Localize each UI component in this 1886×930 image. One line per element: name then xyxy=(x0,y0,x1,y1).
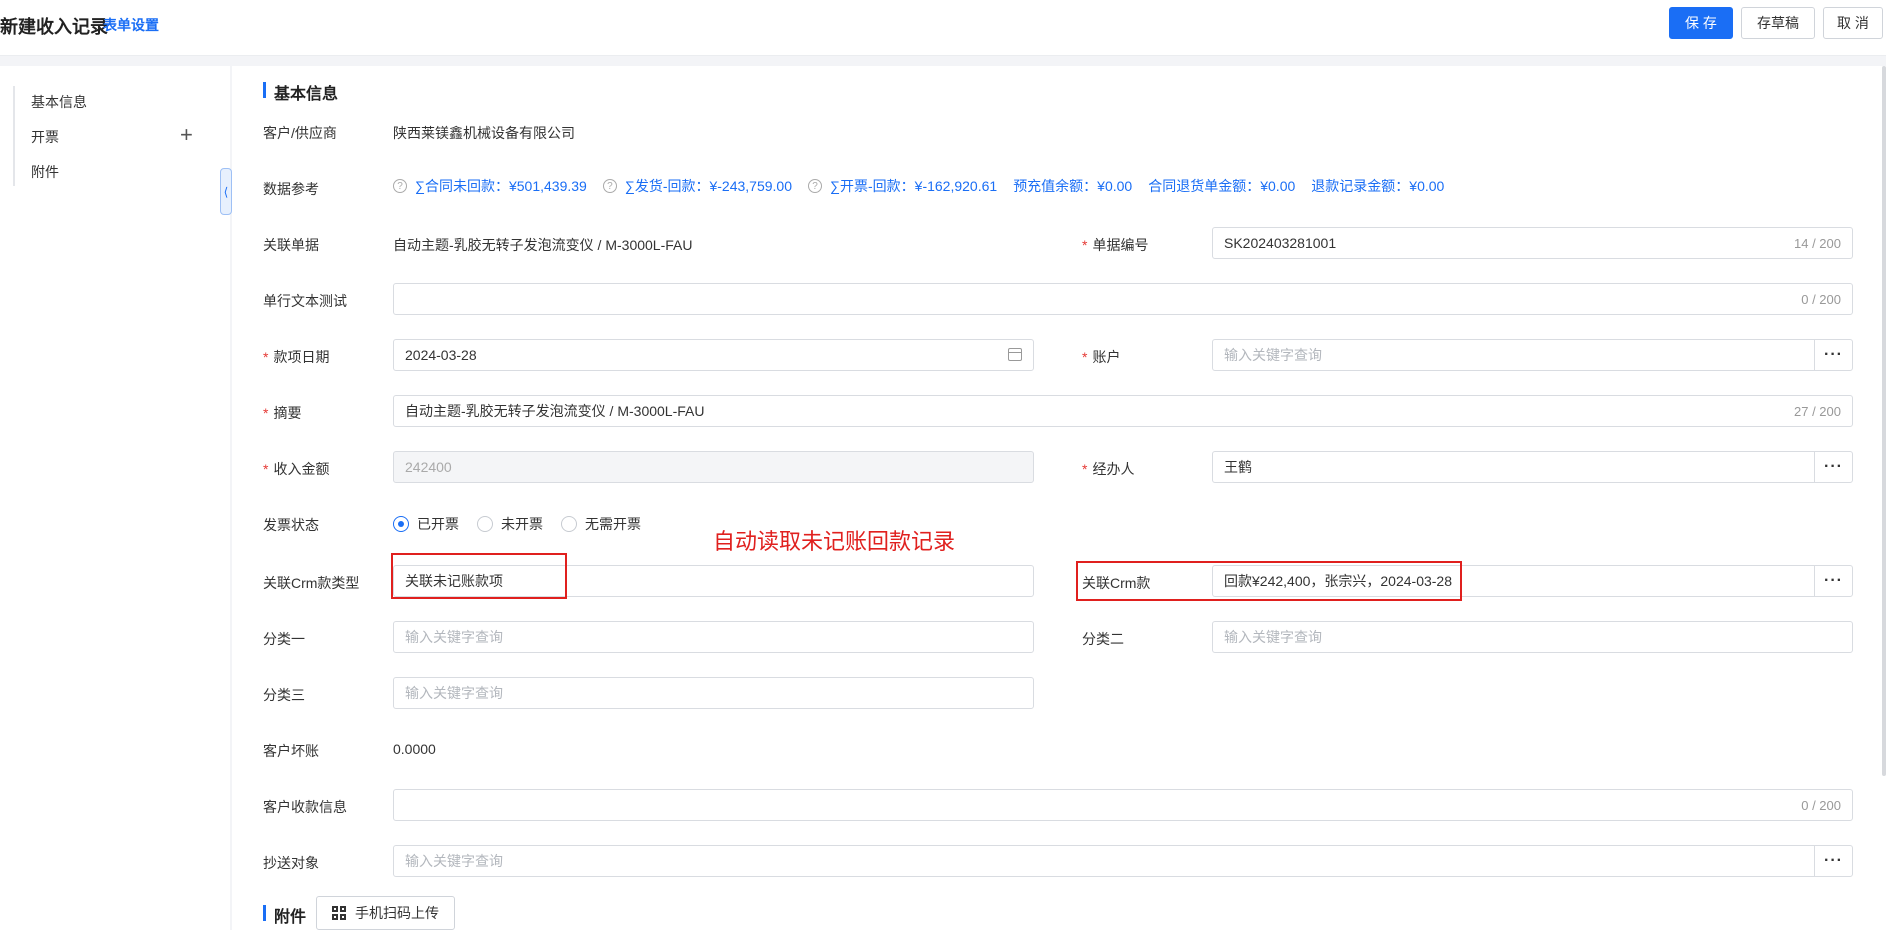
nav-item-invoice[interactable]: 开票 xyxy=(31,127,59,147)
data-ref-prepaid-balance: 预充值余额：¥0.00 xyxy=(1013,178,1133,194)
category-1-input[interactable]: 输入关键字查询 xyxy=(393,621,1034,653)
scrollbar[interactable] xyxy=(1882,66,1886,776)
calendar-icon[interactable] xyxy=(1008,348,1022,361)
help-icon[interactable]: ? xyxy=(393,179,407,193)
save-button[interactable]: 保 存 xyxy=(1669,7,1733,39)
doc-no-label: * 单据编号 xyxy=(1082,237,1149,253)
data-ref-contract-unpaid: ∑合同未回款：¥501,439.39 xyxy=(415,178,587,194)
annotation-text: 自动读取未记账回款记录 xyxy=(713,530,956,555)
form-settings-link[interactable]: 表单设置 xyxy=(103,15,159,35)
page-title: 新建收入记录 xyxy=(0,17,108,37)
category-3-input[interactable]: 输入关键字查询 xyxy=(393,677,1034,709)
summary-input[interactable]: 自动主题-乳胶无转子发泡流变仪 / M-3000L-FAU 27 / 200 xyxy=(393,395,1853,427)
summary-counter: 27 / 200 xyxy=(1794,404,1841,419)
category-2-input[interactable]: 输入关键字查询 xyxy=(1212,621,1853,653)
annotation-box-crm-type xyxy=(391,553,567,599)
section-attachment-title: 附件 xyxy=(263,903,306,927)
data-ref-invoiced-minus-paid: ∑开票-回款：¥-162,920.61 xyxy=(830,178,998,194)
nav-rail xyxy=(13,86,15,186)
single-text-input[interactable]: 0 / 200 xyxy=(393,283,1853,315)
category-3-label: 分类三 xyxy=(263,687,305,703)
data-ref-label: 数据参考 xyxy=(263,181,319,197)
related-doc-label: 关联单据 xyxy=(263,237,319,253)
radio-no-invoice-needed[interactable]: 无需开票 xyxy=(561,514,641,534)
doc-no-input[interactable]: SK202403281001 14 / 200 xyxy=(1212,227,1853,259)
account-label: * 账户 xyxy=(1082,349,1121,365)
data-ref-shipped-minus-paid: ∑发货-回款：¥-243,759.00 xyxy=(624,178,793,194)
bad-debt-value: 0.0000 xyxy=(393,741,436,757)
cancel-button[interactable]: 取 消 xyxy=(1823,7,1883,39)
more-icon[interactable]: ··· xyxy=(1814,566,1852,596)
data-ref-values: ? ∑合同未回款：¥501,439.39 ? ∑发货-回款：¥-243,759.00… xyxy=(393,176,1460,196)
customer-label: 客户/供应商 xyxy=(263,125,337,141)
more-icon[interactable]: ··· xyxy=(1814,452,1852,482)
date-picker[interactable]: 2024-03-28 xyxy=(393,339,1034,371)
radio-invoiced[interactable]: 已开票 xyxy=(393,514,459,534)
help-icon[interactable]: ? xyxy=(808,179,823,193)
handler-input[interactable]: 王鹤 ··· xyxy=(1212,451,1853,483)
customer-value: 陕西莱镁鑫机械设备有限公司 xyxy=(393,125,575,141)
receipt-info-label: 客户收款信息 xyxy=(263,799,347,815)
amount-label: * 收入金额 xyxy=(263,461,330,477)
crm-type-label: 关联Crm款类型 xyxy=(263,575,360,591)
nav-item-basic-info[interactable]: 基本信息 xyxy=(31,92,87,112)
plus-icon[interactable]: + xyxy=(180,124,193,146)
doc-no-counter: 14 / 200 xyxy=(1794,236,1841,251)
collapse-sidebar-handle[interactable]: ⟨ xyxy=(220,168,232,215)
section-nav: 基本信息 开票 + 附件 xyxy=(0,66,230,930)
more-icon[interactable]: ··· xyxy=(1814,846,1852,876)
mobile-scan-upload-button[interactable]: 手机扫码上传 xyxy=(316,896,455,930)
invoice-status-radio-group: 已开票 未开票 无需开票 xyxy=(393,514,659,534)
qr-code-icon xyxy=(332,906,346,920)
single-text-label: 单行文本测试 xyxy=(263,293,347,309)
category-2-label: 分类二 xyxy=(1082,631,1124,647)
single-text-counter: 0 / 200 xyxy=(1801,292,1841,307)
radio-not-invoiced[interactable]: 未开票 xyxy=(477,514,543,534)
amount-input: 242400 xyxy=(393,451,1034,483)
data-ref-refund-amount: 退款记录金额：¥0.00 xyxy=(1311,178,1445,194)
account-input[interactable]: 输入关键字查询 ··· xyxy=(1212,339,1853,371)
annotation-box-crm-payment xyxy=(1076,561,1462,601)
help-icon[interactable]: ? xyxy=(602,179,617,193)
page-header: 新建收入记录 表单设置 保 存 存草稿 取 消 xyxy=(0,0,1886,56)
data-ref-return-amount: 合同退货单金额：¥0.00 xyxy=(1148,178,1296,194)
bad-debt-label: 客户坏账 xyxy=(263,743,319,759)
nav-item-attachment[interactable]: 附件 xyxy=(31,162,59,182)
more-icon[interactable]: ··· xyxy=(1814,340,1852,370)
date-label: * 款项日期 xyxy=(263,349,330,365)
section-basic-info-title: 基本信息 xyxy=(263,80,338,104)
summary-label: * 摘要 xyxy=(263,405,302,421)
chevron-left-icon: ⟨ xyxy=(223,184,229,199)
cc-input[interactable]: 输入关键字查询 ··· xyxy=(393,845,1853,877)
related-doc-value: 自动主题-乳胶无转子发泡流变仪 / M-3000L-FAU xyxy=(393,237,693,253)
cc-label: 抄送对象 xyxy=(263,855,319,871)
invoice-status-label: 发票状态 xyxy=(263,517,319,533)
receipt-info-counter: 0 / 200 xyxy=(1801,798,1841,813)
save-draft-button[interactable]: 存草稿 xyxy=(1741,7,1815,39)
receipt-info-input[interactable]: 0 / 200 xyxy=(393,789,1853,821)
category-1-label: 分类一 xyxy=(263,631,305,647)
handler-label: * 经办人 xyxy=(1082,461,1135,477)
